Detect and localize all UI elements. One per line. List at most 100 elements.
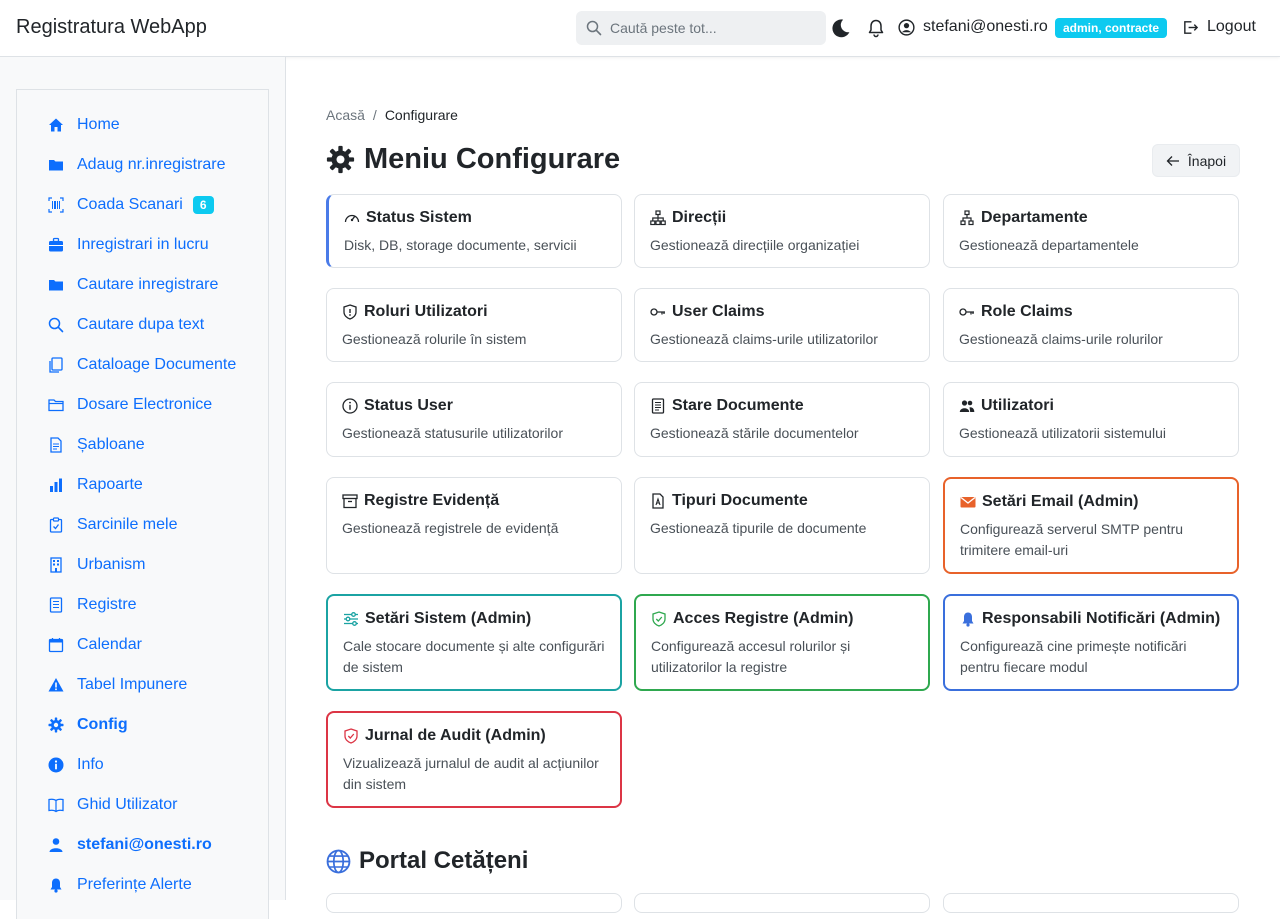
theme-toggle-moon-icon[interactable] bbox=[829, 17, 851, 39]
portal-cetateni-heading: Portal Cetățeni bbox=[326, 847, 528, 875]
home-icon bbox=[48, 117, 64, 133]
sidebar-item-tabel-impunere[interactable]: Tabel Impunere bbox=[48, 674, 187, 696]
sidebar-item-calendar[interactable]: Calendar bbox=[48, 634, 142, 656]
card-role-claims[interactable]: Role Claims Gestionează claims-urile rol… bbox=[943, 288, 1239, 362]
building-icon bbox=[48, 557, 64, 573]
sidebar-item-dosare[interactable]: Dosare Electronice bbox=[48, 394, 212, 416]
sidebar-item-urbanism[interactable]: Urbanism bbox=[48, 554, 145, 576]
bar-chart-icon bbox=[48, 477, 64, 493]
diagram-icon bbox=[650, 210, 666, 226]
sidebar-item-rapoarte[interactable]: Rapoarte bbox=[48, 474, 143, 496]
user-email: stefani@onesti.ro bbox=[923, 18, 1048, 35]
portal-card[interactable] bbox=[326, 893, 622, 913]
gear-icon bbox=[326, 145, 355, 174]
portal-card[interactable] bbox=[943, 893, 1239, 913]
sidebar-item-config[interactable]: Config bbox=[48, 714, 128, 736]
clipboard-icon bbox=[48, 517, 64, 533]
key-icon bbox=[959, 304, 975, 320]
bell-icon bbox=[960, 611, 976, 627]
card-jurnal-audit[interactable]: Jurnal de Audit (Admin) Vizualizează jur… bbox=[326, 711, 622, 808]
sidebar-item-cataloage[interactable]: Cataloage Documente bbox=[48, 354, 236, 376]
files-icon bbox=[48, 357, 64, 373]
sidebar-item-home[interactable]: Home bbox=[48, 114, 120, 136]
file-pdf-icon bbox=[650, 493, 666, 509]
calendar-icon bbox=[48, 637, 64, 653]
search-input[interactable] bbox=[610, 20, 810, 36]
globe-icon bbox=[326, 849, 351, 874]
breadcrumb-home-link[interactable]: Acasă bbox=[326, 107, 365, 123]
sidebar-item-adaug[interactable]: Adaug nr.inregistrare bbox=[48, 154, 226, 176]
sidebar-item-info[interactable]: Info bbox=[48, 754, 104, 776]
card-user-claims[interactable]: User Claims Gestionează claims-urile uti… bbox=[634, 288, 930, 362]
card-directii[interactable]: Direcții Gestionează direcțiile organiza… bbox=[634, 194, 930, 268]
sidebar-item-cautare-inregistrare[interactable]: Cautare inregistrare bbox=[48, 274, 218, 296]
sidebar-item-registre[interactable]: Registre bbox=[48, 594, 137, 616]
card-setari-sistem[interactable]: Setări Sistem (Admin) Cale stocare docum… bbox=[326, 594, 622, 691]
sidebar-item-ghid[interactable]: Ghid Utilizator bbox=[48, 794, 177, 816]
breadcrumb-current: Configurare bbox=[384, 107, 458, 123]
sidebar-item-coada-scanari[interactable]: Coada Scanari 6 bbox=[48, 194, 214, 216]
card-stare-documente[interactable]: Stare Documente Gestionează stările docu… bbox=[634, 382, 930, 457]
scan-queue-count-badge: 6 bbox=[192, 196, 214, 214]
global-search[interactable] bbox=[576, 11, 826, 45]
card-roluri-utilizatori[interactable]: Roluri Utilizatori Gestionează rolurile … bbox=[326, 288, 622, 362]
notifications-bell-icon[interactable] bbox=[865, 17, 887, 39]
card-setari-email[interactable]: Setări Email (Admin) Configurează server… bbox=[943, 477, 1239, 574]
back-button[interactable]: Înapoi bbox=[1152, 144, 1240, 177]
search-icon bbox=[586, 20, 602, 36]
sidebar bbox=[0, 57, 286, 919]
search-icon bbox=[48, 317, 64, 333]
main-content: Acasă / Configurare Meniu Configurare În… bbox=[286, 57, 1280, 913]
sidebar-item-cautare-text[interactable]: Cautare dupa text bbox=[48, 314, 204, 336]
card-utilizatori[interactable]: Utilizatori Gestionează utilizatorii sis… bbox=[943, 382, 1239, 457]
sidebar-item-sabloane[interactable]: Șabloane bbox=[48, 434, 145, 456]
role-badge: admin, contracte bbox=[1055, 18, 1168, 38]
current-user[interactable]: stefani@onesti.ro bbox=[898, 18, 1048, 36]
people-icon bbox=[959, 398, 975, 414]
speedometer-icon bbox=[344, 210, 360, 226]
card-status-sistem[interactable]: Status Sistem Disk, DB, storage document… bbox=[326, 194, 622, 268]
gear-icon bbox=[48, 717, 64, 733]
barcode-icon bbox=[48, 197, 64, 213]
card-responsabili-notificari[interactable]: Responsabili Notificări (Admin) Configur… bbox=[943, 594, 1239, 691]
card-registre-evidenta[interactable]: Registre Evidență Gestionează registrele… bbox=[326, 477, 622, 574]
card-acces-registre[interactable]: Acces Registre (Admin) Configurează acce… bbox=[634, 594, 930, 691]
bell-icon bbox=[48, 877, 64, 893]
key-icon bbox=[650, 304, 666, 320]
briefcase-icon bbox=[48, 237, 64, 253]
shield-audit-icon bbox=[343, 728, 359, 744]
folder-outline-icon bbox=[48, 397, 64, 413]
archive-icon bbox=[342, 493, 358, 509]
portal-card[interactable] bbox=[634, 893, 930, 913]
warning-icon bbox=[48, 677, 64, 693]
person-icon bbox=[48, 837, 64, 853]
page-title: Meniu Configurare bbox=[326, 143, 620, 176]
sidebar-item-sarcini[interactable]: Sarcinile mele bbox=[48, 514, 177, 536]
sidebar-item-inregistrari-lucru[interactable]: Inregistrari in lucru bbox=[48, 234, 209, 256]
arrow-left-icon bbox=[1166, 155, 1180, 167]
breadcrumb: Acasă / Configurare bbox=[326, 107, 458, 123]
logout-icon bbox=[1182, 19, 1199, 36]
shield-check-icon bbox=[651, 611, 667, 627]
folder-icon bbox=[48, 157, 64, 173]
sidebar-item-profile[interactable]: stefani@onesti.ro bbox=[48, 834, 212, 856]
logout-button[interactable]: Logout bbox=[1182, 18, 1256, 36]
file-text-icon bbox=[650, 398, 666, 414]
sliders-icon bbox=[343, 611, 359, 627]
card-tipuri-documente[interactable]: Tipuri Documente Gestionează tipurile de… bbox=[634, 477, 930, 574]
register-icon bbox=[48, 597, 64, 613]
card-status-user[interactable]: Status User Gestionează statusurile util… bbox=[326, 382, 622, 457]
card-departamente[interactable]: Departamente Gestionează departamentele bbox=[943, 194, 1239, 268]
book-icon bbox=[48, 797, 64, 813]
document-icon bbox=[48, 437, 64, 453]
sidebar-item-preferinte-alerte[interactable]: Preferințe Alerte bbox=[48, 874, 192, 896]
diagram-small-icon bbox=[959, 210, 975, 226]
top-navbar: Registratura WebApp stefani@onesti.ro ad… bbox=[0, 0, 1280, 57]
info-icon bbox=[48, 757, 64, 773]
info-circle-icon bbox=[342, 398, 358, 414]
app-brand[interactable]: Registratura WebApp bbox=[16, 16, 207, 39]
shield-icon bbox=[342, 304, 358, 320]
user-circle-icon bbox=[898, 18, 915, 36]
envelope-icon bbox=[960, 494, 976, 510]
folder-icon bbox=[48, 277, 64, 293]
